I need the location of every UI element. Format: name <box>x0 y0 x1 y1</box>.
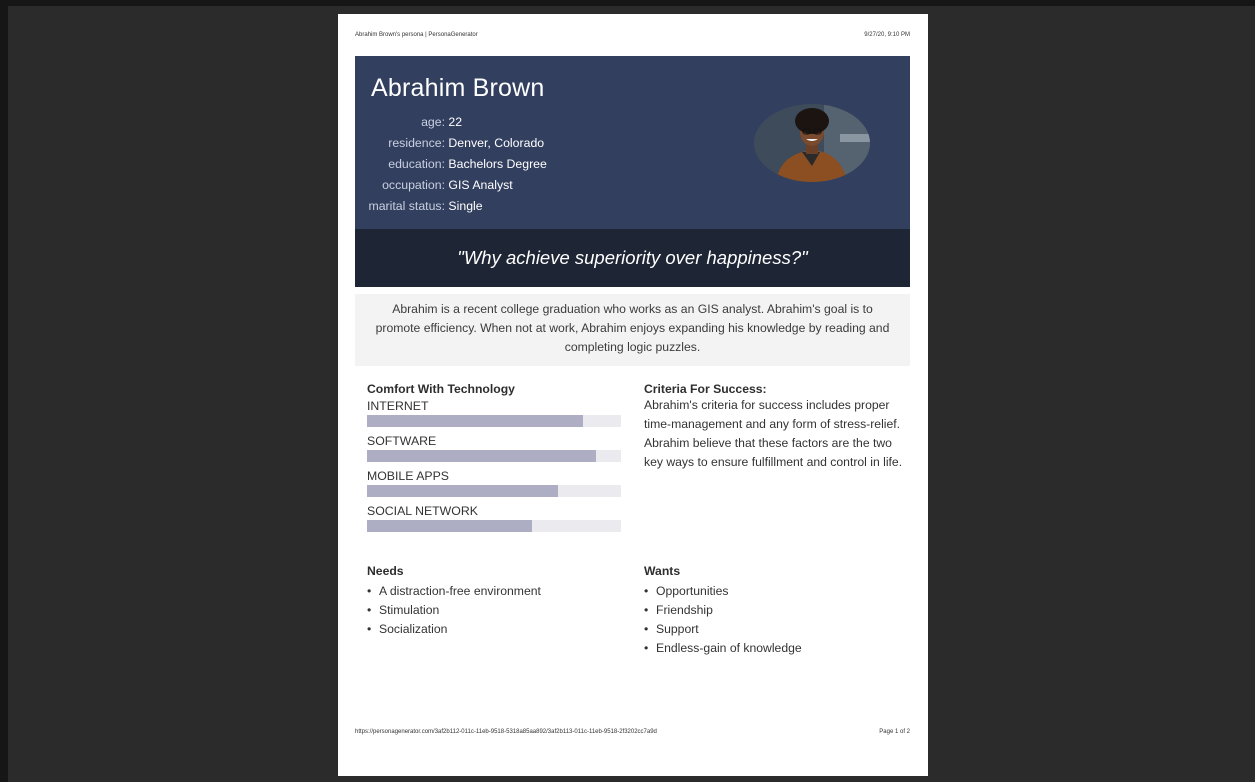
tech-bar-track <box>367 520 621 532</box>
viewer-left-edge <box>0 0 8 782</box>
document-page: Abrahim Brown's persona | PersonaGenerat… <box>338 14 928 776</box>
fact-value: Bachelors Degree <box>448 157 547 171</box>
fact-label: residence: <box>388 136 445 150</box>
list-item-text: Stimulation <box>379 603 440 617</box>
fact-value: GIS Analyst <box>448 178 513 192</box>
criteria-for-success: Criteria For Success: Abrahim's criteria… <box>644 382 909 472</box>
wants-section: Wants • Opportunities • Friendship • Suppor… <box>644 564 904 658</box>
fact-occupation: occupation: GIS Analyst <box>338 175 667 196</box>
print-header-title: Abrahim Brown's persona | PersonaGenerat… <box>355 32 478 38</box>
bullet-icon: • <box>367 584 372 598</box>
print-footer: https://personagenerator.com/3af2b112-01… <box>355 729 910 735</box>
print-footer-page: Page 1 of 2 <box>879 729 910 735</box>
fact-value: 22 <box>448 115 463 129</box>
tech-bar-fill <box>367 485 558 497</box>
list-item: • Opportunities <box>644 582 904 601</box>
list-item-text: Endless-gain of knowledge <box>656 641 802 655</box>
criteria-section-title: Criteria For Success: <box>644 382 767 396</box>
needs-list: • A distraction-free environment • Stimula… <box>367 582 627 639</box>
wants-section-title: Wants <box>644 564 681 578</box>
tech-label: SOCIAL NETWORK <box>367 504 478 518</box>
list-item-text: Friendship <box>656 603 713 617</box>
tech-label: INTERNET <box>367 399 429 413</box>
needs-section: Needs • A distraction-free environment • S… <box>367 564 627 639</box>
list-item: • Friendship <box>644 601 904 620</box>
bullet-icon: • <box>644 641 649 655</box>
tech-bar-track <box>367 485 621 497</box>
fact-marital-status: marital status: Single <box>338 196 667 217</box>
print-footer-url[interactable]: https://personagenerator.com/3af2b112-01… <box>355 729 657 735</box>
persona-name: Abrahim Brown <box>371 74 545 102</box>
list-item-text: A distraction-free environment <box>379 584 541 598</box>
print-header: Abrahim Brown's persona | PersonaGenerat… <box>355 32 910 38</box>
tech-bar-fill <box>367 450 596 462</box>
criteria-text: Abrahim's criteria for success includes … <box>644 398 903 469</box>
fact-label: marital status: <box>368 199 445 213</box>
print-header-datetime: 9/27/20, 9:10 PM <box>864 32 910 38</box>
bullet-icon: • <box>644 622 649 636</box>
fact-value: Single <box>448 199 483 213</box>
tech-section-title: Comfort With Technology <box>367 382 515 396</box>
fact-age: age: 22 <box>338 112 667 133</box>
tech-item: MOBILE APPS <box>367 468 622 497</box>
list-item: • A distraction-free environment <box>367 582 627 601</box>
persona-bio: Abrahim is a recent college graduation w… <box>355 294 910 366</box>
tech-bar-track <box>367 450 621 462</box>
fact-label: age: <box>421 115 445 129</box>
list-item-text: Support <box>656 622 699 636</box>
persona-quote: "Why achieve superiority over happiness?… <box>355 229 910 287</box>
fact-education: education: Bachelors Degree <box>338 154 667 175</box>
wants-list: • Opportunities • Friendship • Support • End… <box>644 582 904 658</box>
fact-value: Denver, Colorado <box>448 136 545 150</box>
tech-bar-track <box>367 415 621 427</box>
comfort-with-technology: Comfort With Technology INTERNET SOFTWAR… <box>367 382 622 538</box>
bullet-icon: • <box>367 603 372 617</box>
fact-label: occupation: <box>382 178 445 192</box>
list-item-text: Socialization <box>379 622 448 636</box>
list-item-text: Opportunities <box>656 584 729 598</box>
persona-hero: Abrahim Brown age: 22 residence: Denver,… <box>355 56 910 229</box>
persona-facts: age: 22 residence: Denver, Colorado educ… <box>338 112 667 217</box>
tech-bar-fill <box>367 520 533 532</box>
viewer-top-edge <box>0 0 1255 6</box>
tech-bar-fill <box>367 415 583 427</box>
list-item: • Socialization <box>367 620 627 639</box>
fact-label: education: <box>388 157 445 171</box>
list-item: • Stimulation <box>367 601 627 620</box>
needs-section-title: Needs <box>367 564 404 578</box>
bullet-icon: • <box>367 622 372 636</box>
list-item: • Endless-gain of knowledge <box>644 639 904 658</box>
list-item: • Support <box>644 620 904 639</box>
fact-residence: residence: Denver, Colorado <box>338 133 667 154</box>
persona-avatar-photo <box>754 104 870 182</box>
bullet-icon: • <box>644 603 649 617</box>
tech-label: SOFTWARE <box>367 434 437 448</box>
tech-item: SOCIAL NETWORK <box>367 503 622 532</box>
tech-label: MOBILE APPS <box>367 469 450 483</box>
bullet-icon: • <box>644 584 649 598</box>
tech-item: INTERNET <box>367 398 622 427</box>
tech-item: SOFTWARE <box>367 433 622 462</box>
